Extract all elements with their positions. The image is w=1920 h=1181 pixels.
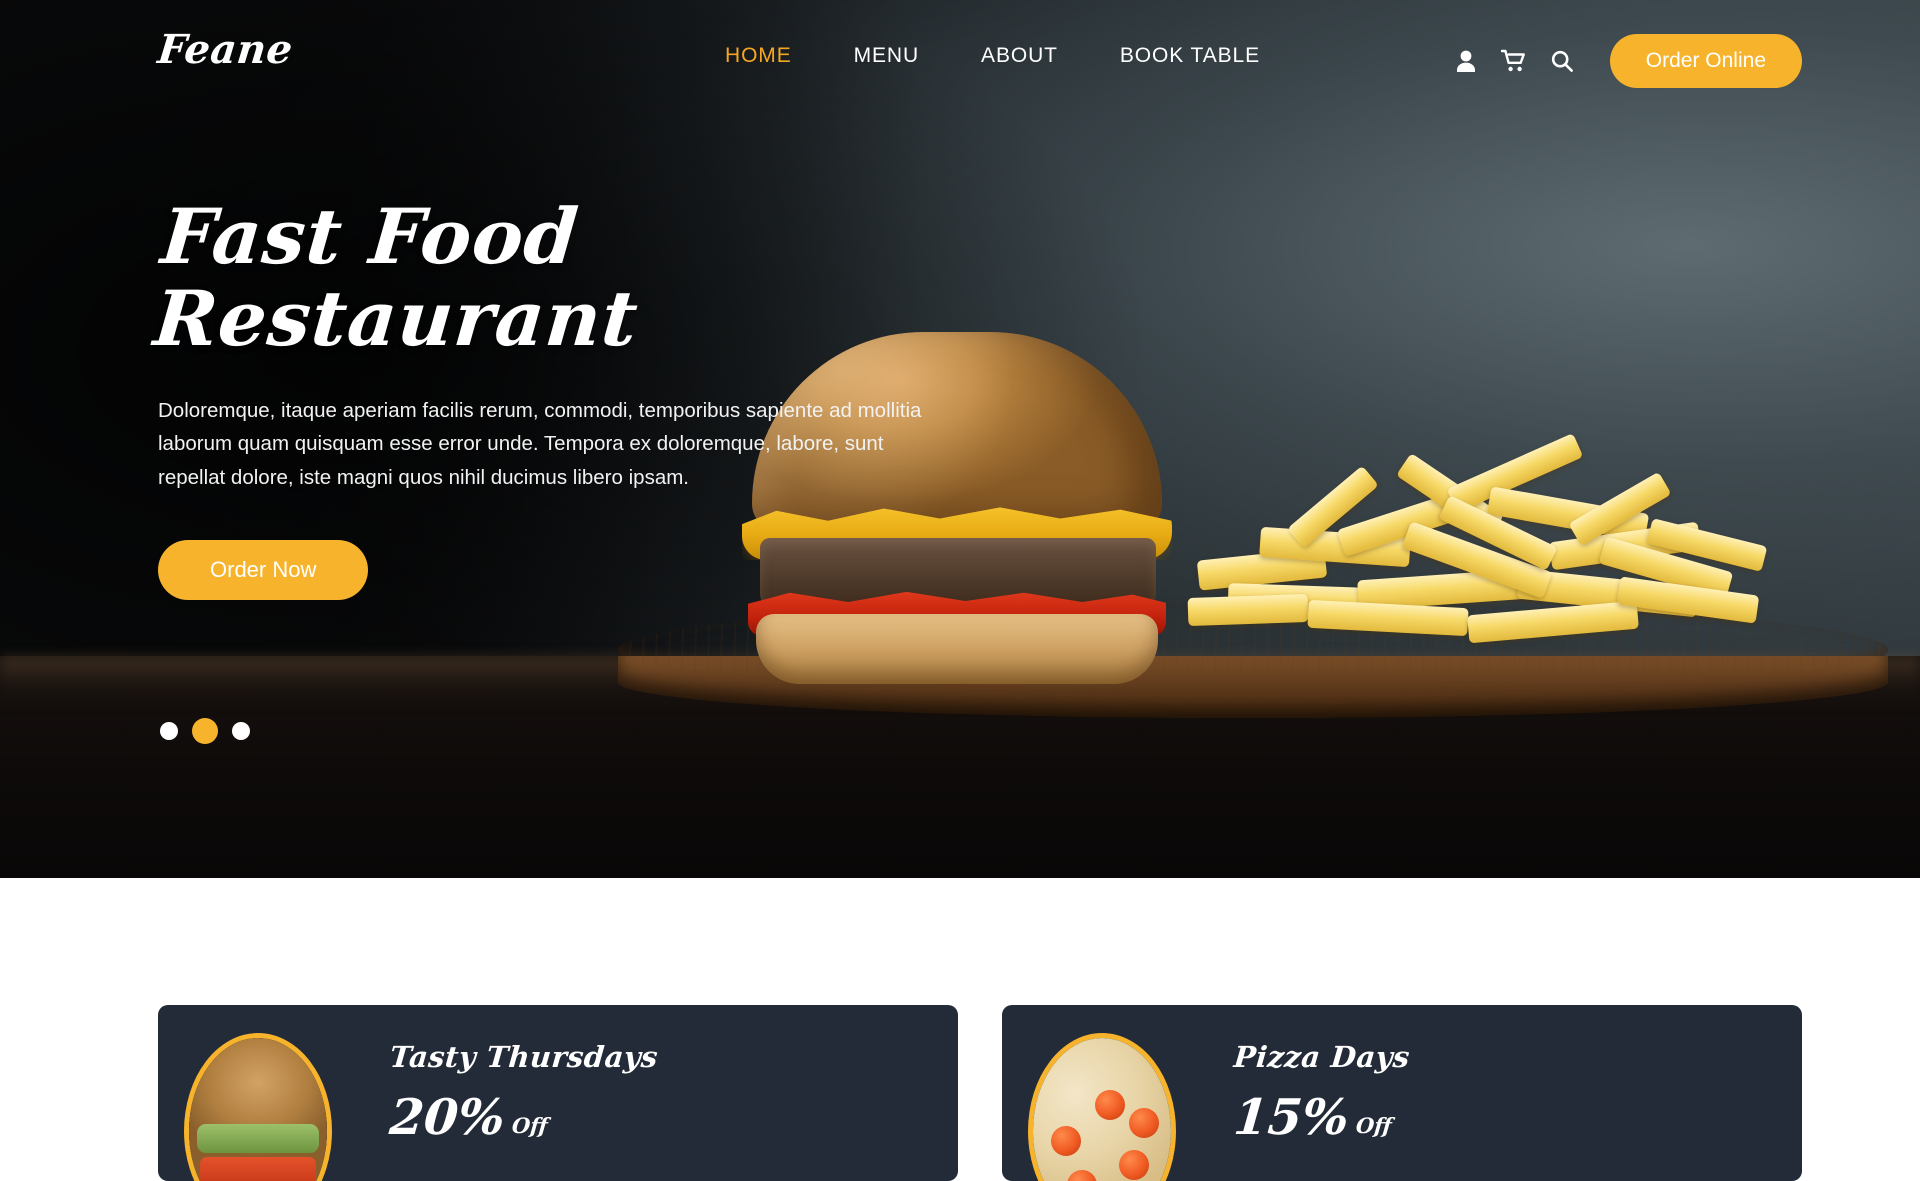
nav-item-home[interactable]: HOME [694,44,823,68]
fry [1187,593,1309,627]
brand-logo[interactable]: Feane [156,26,296,73]
hero-description: Doloremque, itaque aperiam facilis rerum… [158,399,922,489]
search-icon[interactable] [1538,37,1586,85]
fry [1467,600,1639,644]
hero-title: Fast Food Restaurant [150,192,642,364]
carousel-indicators [160,718,250,744]
offer-title: Pizza Days [1232,1040,1412,1074]
offer-discount: 20% Off [387,1088,660,1146]
nav-item-about[interactable]: ABOUT [950,44,1089,68]
tomato-slice [1119,1150,1149,1180]
offer-title: Tasty Thursdays [388,1040,660,1074]
offer-card-row: Tasty Thursdays 20% Off Pizza Days 15% O… [158,1005,1802,1181]
carousel-dot-3[interactable] [232,722,250,740]
burger-thumbnail-image [189,1038,327,1181]
header-actions: Order Online [1442,34,1802,88]
fries-graphic [1187,433,1788,648]
order-online-button[interactable]: Order Online [1609,34,1802,88]
nav-item-menu[interactable]: MENU [823,44,950,68]
offer-discount: 15% Off [1231,1088,1412,1146]
order-now-button[interactable]: Order Now [158,539,369,600]
tomato-slice [1051,1126,1081,1156]
hero-section: Feane HOME MENU ABOUT BOOK TABLE Order O… [0,0,1920,878]
offer-thumbnail [184,1033,332,1181]
nav-item-book-table[interactable]: BOOK TABLE [1089,44,1291,68]
site-header: Feane HOME MENU ABOUT BOOK TABLE Order O… [0,0,1920,100]
offer-discount-amount: 20% [387,1088,508,1146]
offer-discount-amount: 15% [1231,1088,1352,1146]
offer-card-body: Tasty Thursdays 20% Off [387,1040,660,1146]
main-navigation: HOME MENU ABOUT BOOK TABLE [694,44,1291,68]
carousel-dot-1[interactable] [160,722,178,740]
carousel-dot-2[interactable] [192,718,218,744]
offer-discount-suffix: Off [1354,1113,1393,1138]
tomato-slice [1067,1170,1097,1181]
offer-card[interactable]: Tasty Thursdays 20% Off [158,1005,958,1181]
hero-content: Fast Food Restaurant Doloremque, itaque … [151,192,958,600]
cart-icon[interactable] [1490,37,1538,85]
tomato-slice [1095,1090,1125,1120]
offer-card-body: Pizza Days 15% Off [1231,1040,1412,1146]
tomato-slice [1129,1108,1159,1138]
pizza-thumbnail-image [1033,1038,1171,1181]
user-icon[interactable] [1442,37,1490,85]
offer-discount-suffix: Off [510,1113,549,1138]
fry [1307,599,1469,637]
offer-card[interactable]: Pizza Days 15% Off [1002,1005,1802,1181]
offers-section: Tasty Thursdays 20% Off Pizza Days 15% O… [0,878,1920,1181]
offer-thumbnail [1028,1033,1176,1181]
burger-bottom-bun [756,614,1158,684]
